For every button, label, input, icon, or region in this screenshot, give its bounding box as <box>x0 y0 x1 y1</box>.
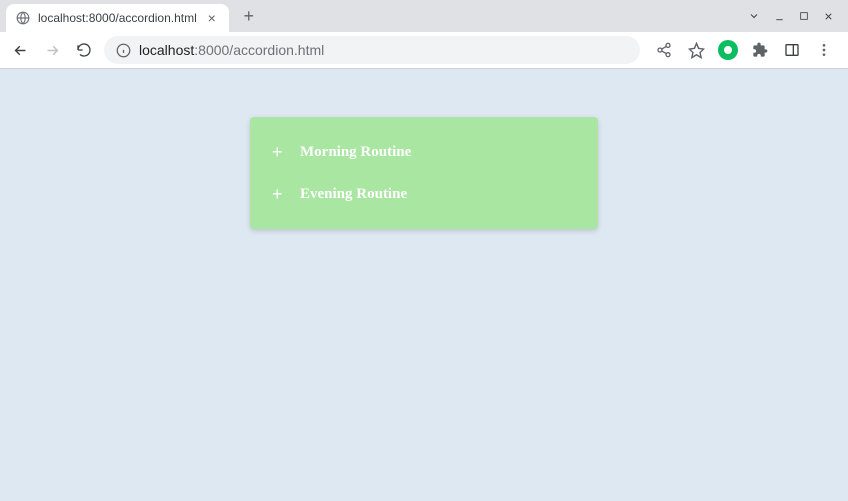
reload-button[interactable] <box>72 38 96 62</box>
accordion-label: Evening Routine <box>300 186 407 203</box>
minimize-icon[interactable] <box>774 11 785 22</box>
info-icon[interactable] <box>116 43 131 58</box>
window-controls <box>748 10 848 22</box>
chevron-down-icon[interactable] <box>748 10 760 22</box>
accordion-label: Morning Routine <box>300 144 411 161</box>
page-viewport: + Morning Routine + Evening Routine <box>0 69 848 501</box>
extensions-icon[interactable] <box>750 40 770 60</box>
globe-icon <box>16 11 30 25</box>
star-icon[interactable] <box>686 40 706 60</box>
close-icon[interactable]: × <box>205 10 219 26</box>
extension-badge-icon[interactable] <box>718 40 738 60</box>
window-close-icon[interactable] <box>823 11 834 22</box>
side-panel-icon[interactable] <box>782 40 802 60</box>
plus-icon: + <box>272 143 286 161</box>
browser-tab[interactable]: localhost:8000/accordion.html × <box>6 4 229 32</box>
menu-icon[interactable] <box>814 40 834 60</box>
url-path: :8000/accordion.html <box>194 42 324 58</box>
maximize-icon[interactable] <box>799 11 809 21</box>
url-bar[interactable]: localhost:8000/accordion.html <box>104 36 640 64</box>
toolbar-right <box>648 40 840 60</box>
tab-title: localhost:8000/accordion.html <box>38 11 197 25</box>
url-host: localhost <box>139 42 194 58</box>
url-text: localhost:8000/accordion.html <box>139 42 324 58</box>
forward-button[interactable] <box>40 38 64 62</box>
new-tab-button[interactable]: + <box>237 4 261 28</box>
back-button[interactable] <box>8 38 32 62</box>
share-icon[interactable] <box>654 40 674 60</box>
accordion-item-morning[interactable]: + Morning Routine <box>250 131 598 173</box>
plus-icon: + <box>272 185 286 203</box>
toolbar: localhost:8000/accordion.html <box>0 32 848 68</box>
accordion-card: + Morning Routine + Evening Routine <box>250 117 598 229</box>
accordion-item-evening[interactable]: + Evening Routine <box>250 173 598 215</box>
browser-chrome: localhost:8000/accordion.html × + <box>0 0 848 69</box>
tab-bar: localhost:8000/accordion.html × + <box>0 0 848 32</box>
